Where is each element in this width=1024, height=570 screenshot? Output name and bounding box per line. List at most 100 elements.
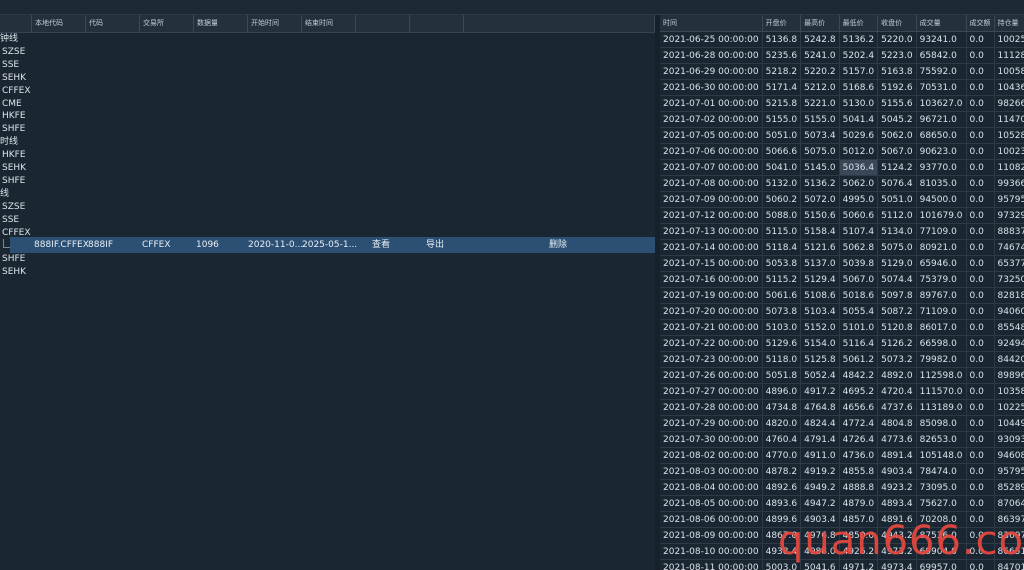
left-header-col-6[interactable]: 结束时间 [302,15,356,32]
table-cell[interactable]: 0.0 [966,335,995,352]
table-cell[interactable]: 5062.8 [839,239,879,256]
table-cell[interactable]: 5076.4 [877,175,917,192]
table-cell[interactable]: 5074.4 [877,271,917,288]
table-cell[interactable]: 105148.0 [916,447,967,464]
table-cell[interactable]: 5129.6 [762,335,802,352]
table-cell[interactable]: 5241.0 [800,47,840,64]
table-cell[interactable]: 99366.0 [994,175,1024,192]
table-row[interactable]: 2021-07-20 00:00:00 5073.8 5103.4 5055.4 508… [660,303,1024,320]
table-cell[interactable]: 111570.0 [916,383,967,400]
tree-item-exchange[interactable]: SSE [0,59,19,72]
table-row[interactable]: 2021-07-23 00:00:00 5118.0 5125.8 5061.2 507… [660,351,1024,368]
table-row[interactable]: 2021-07-27 00:00:00 4896.0 4917.2 4695.2 472… [660,383,1024,400]
table-cell[interactable]: 0.0 [966,159,995,176]
table-cell[interactable]: 4903.4 [877,463,917,480]
table-cell[interactable]: 2021-07-06 00:00:00 [660,143,763,160]
table-cell[interactable]: 5118.0 [762,351,802,368]
table-cell[interactable]: 2021-07-28 00:00:00 [660,399,763,416]
table-cell[interactable]: 5220.2 [800,63,840,80]
table-cell[interactable]: 5115.0 [762,223,802,240]
table-cell[interactable]: 75592.0 [916,63,967,80]
table-cell[interactable]: 2021-07-02 00:00:00 [660,111,763,128]
table-row[interactable]: 2021-06-28 00:00:00 5235.6 5241.0 5202.4 522… [660,47,1024,64]
table-cell[interactable]: 4791.4 [800,431,840,448]
table-cell[interactable]: 5134.0 [877,223,917,240]
table-cell[interactable]: 103584.0 [994,383,1024,400]
table-cell[interactable]: 70531.0 [916,79,967,96]
table-cell[interactable]: 5132.0 [762,175,802,192]
table-cell[interactable]: 92494.0 [994,335,1024,352]
table-cell[interactable]: 5060.6 [839,207,879,224]
view-button[interactable]: 查看 [372,237,390,253]
table-cell[interactable]: 5052.4 [800,367,840,384]
table-cell[interactable]: 0.0 [966,415,995,432]
table-cell[interactable]: 0.0 [966,207,995,224]
table-cell[interactable]: 4917.2 [800,383,840,400]
table-row[interactable]: 2021-07-09 00:00:00 5060.2 5072.0 4995.0 505… [660,191,1024,208]
table-cell[interactable]: 4888.8 [839,479,879,496]
table-cell[interactable]: 4764.8 [800,399,840,416]
table-cell[interactable]: 5075.0 [800,143,840,160]
bar-header-col-3[interactable]: 最低价 [839,15,879,32]
table-cell[interactable]: 0.0 [966,127,995,144]
table-cell[interactable]: 98266.0 [994,95,1024,112]
table-cell[interactable]: 95795.0 [994,463,1024,480]
table-cell[interactable]: 5051.0 [762,127,802,144]
table-cell[interactable]: 5041.0 [762,159,802,176]
table-cell[interactable]: 0.0 [966,111,995,128]
table-cell[interactable]: 2021-06-29 00:00:00 [660,63,763,80]
table-cell[interactable]: 5155.0 [762,111,802,128]
table-cell[interactable]: 5039.8 [839,255,879,272]
table-cell[interactable]: 5051.0 [877,191,917,208]
tree-item-exchange[interactable]: SHFE [0,175,25,188]
table-row[interactable]: 2021-07-02 00:00:00 5155.0 5155.0 5041.4 504… [660,111,1024,128]
table-cell[interactable]: 5029.6 [839,127,879,144]
table-cell[interactable]: 4947.2 [800,495,840,512]
table-cell[interactable]: 4695.2 [839,383,879,400]
table-cell[interactable]: 5145.0 [800,159,840,176]
table-cell[interactable]: 105288.0 [994,127,1024,144]
table-cell[interactable]: 5112.0 [877,207,917,224]
table-cell[interactable]: 5051.8 [762,367,802,384]
table-cell[interactable]: 79982.0 [916,351,967,368]
table-row[interactable]: 2021-06-25 00:00:00 5136.8 5242.8 5136.2 522… [660,31,1024,48]
table-cell[interactable]: 4842.2 [839,367,879,384]
table-cell[interactable]: 2021-07-30 00:00:00 [660,431,763,448]
table-cell[interactable]: 5116.4 [839,335,879,352]
table-cell[interactable]: 2021-07-01 00:00:00 [660,95,763,112]
table-cell[interactable]: 2021-08-03 00:00:00 [660,463,763,480]
tree-item-exchange[interactable]: CME [0,98,22,111]
table-cell[interactable]: 5108.6 [800,287,840,304]
tree-item-interval[interactable]: 线 [0,188,9,201]
table-cell[interactable]: 82818.0 [994,287,1024,304]
table-cell[interactable]: 2021-08-05 00:00:00 [660,495,763,512]
table-cell[interactable]: 5136.8 [762,31,802,48]
table-cell[interactable]: 4919.2 [800,463,840,480]
table-cell[interactable]: 104360.0 [994,79,1024,96]
export-button[interactable]: 导出 [426,237,444,253]
table-cell[interactable]: 4896.0 [762,383,802,400]
table-cell[interactable]: 5118.4 [762,239,802,256]
table-cell[interactable]: 93241.0 [916,31,967,48]
table-cell[interactable]: 81035.0 [916,175,967,192]
table-cell[interactable]: 0.0 [966,479,995,496]
tree-item-exchange[interactable]: HKFE [0,110,26,123]
table-cell[interactable]: 5215.8 [762,95,802,112]
table-cell[interactable]: 94608.0 [994,447,1024,464]
table-cell[interactable]: 5073.2 [877,351,917,368]
selected-dataset-row[interactable]: 888IF.CFFEX 888IF CFFEX 1096 2020-11-0..… [10,237,655,253]
bar-header-col-6[interactable]: 成交额 [966,15,995,32]
table-cell[interactable]: 4760.4 [762,431,802,448]
table-cell[interactable]: 5097.8 [877,287,917,304]
table-cell[interactable]: 0.0 [966,175,995,192]
table-cell[interactable]: 4720.4 [877,383,917,400]
table-cell[interactable]: 0.0 [966,287,995,304]
table-cell[interactable]: 5062.0 [877,127,917,144]
table-cell[interactable]: 2021-08-10 00:00:00 [660,543,763,560]
table-cell[interactable]: 4804.8 [877,415,917,432]
table-cell[interactable]: 73095.0 [916,479,967,496]
table-cell[interactable]: 104498.0 [994,415,1024,432]
table-cell[interactable]: 5045.2 [877,111,917,128]
table-cell[interactable]: 2021-07-09 00:00:00 [660,191,763,208]
tree-item-exchange[interactable]: SEHK [0,72,26,85]
